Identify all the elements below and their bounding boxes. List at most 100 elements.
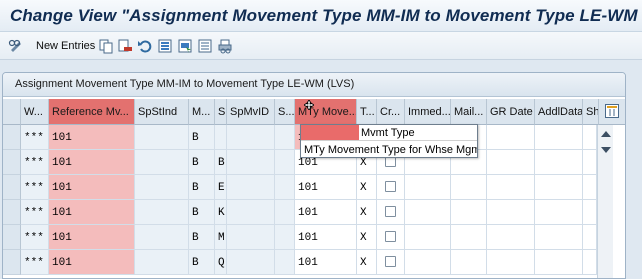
- checkbox-cr[interactable]: [385, 206, 396, 217]
- cell-t[interactable]: X: [357, 225, 377, 250]
- cell-s[interactable]: M: [215, 225, 227, 250]
- column-header-immed[interactable]: Immed...: [405, 99, 451, 125]
- cell-t[interactable]: X: [357, 250, 377, 275]
- select-all-button[interactable]: [157, 37, 173, 55]
- row-selector[interactable]: [3, 225, 21, 250]
- cell-t[interactable]: X: [357, 200, 377, 225]
- cell-immed[interactable]: [405, 250, 451, 275]
- cell-spstind[interactable]: [135, 225, 189, 250]
- deselect-all-button[interactable]: [197, 37, 213, 55]
- checkbox-cr[interactable]: [385, 231, 396, 242]
- row-selector[interactable]: [3, 125, 21, 150]
- cell-w[interactable]: ***: [21, 175, 49, 200]
- cell-reference-mvmt[interactable]: 101: [49, 200, 135, 225]
- cell-m[interactable]: B: [189, 175, 215, 200]
- cell-sh[interactable]: [583, 125, 597, 150]
- cell-spstind[interactable]: [135, 150, 189, 175]
- table-settings-button[interactable]: [599, 99, 625, 125]
- column-header-mail[interactable]: Mail...: [451, 99, 487, 125]
- cell-s2[interactable]: [275, 175, 295, 200]
- cell-addldata[interactable]: [535, 125, 583, 150]
- cell-m[interactable]: B: [189, 225, 215, 250]
- cell-s[interactable]: K: [215, 200, 227, 225]
- cell-spmvid[interactable]: [227, 250, 275, 275]
- cell-w[interactable]: ***: [21, 150, 49, 175]
- cell-gr-date[interactable]: [487, 200, 535, 225]
- column-header-s2[interactable]: S...: [275, 99, 295, 125]
- cell-addldata[interactable]: [535, 150, 583, 175]
- row-selector[interactable]: [3, 175, 21, 200]
- row-selector[interactable]: [3, 250, 21, 275]
- cell-mty-movement[interactable]: 101: [295, 200, 357, 225]
- cell-immed[interactable]: [405, 200, 451, 225]
- cell-immed[interactable]: [405, 225, 451, 250]
- cell-mail[interactable]: [451, 250, 487, 275]
- cell-spmvid[interactable]: [227, 125, 275, 150]
- cell-addldata[interactable]: [535, 250, 583, 275]
- cell-addldata[interactable]: [535, 175, 583, 200]
- cell-spstind[interactable]: [135, 250, 189, 275]
- print-button[interactable]: [217, 37, 233, 55]
- cell-s2[interactable]: [275, 125, 295, 150]
- cell-s2[interactable]: [275, 200, 295, 225]
- row-selector[interactable]: [3, 200, 21, 225]
- cell-m[interactable]: B: [189, 150, 215, 175]
- cell-w[interactable]: ***: [21, 200, 49, 225]
- new-entries-button[interactable]: New Entries: [30, 37, 95, 55]
- cell-spstind[interactable]: [135, 175, 189, 200]
- cell-s[interactable]: [215, 125, 227, 150]
- edit-button[interactable]: [8, 37, 24, 55]
- cell-mail[interactable]: [451, 225, 487, 250]
- cell-s2[interactable]: [275, 225, 295, 250]
- cell-addldata[interactable]: [535, 200, 583, 225]
- cell-mty-movement[interactable]: 101: [295, 225, 357, 250]
- cell-s2[interactable]: [275, 150, 295, 175]
- scroll-down-icon[interactable]: [601, 147, 611, 153]
- cell-s[interactable]: B: [215, 150, 227, 175]
- cell-gr-date[interactable]: [487, 150, 535, 175]
- scroll-up-icon[interactable]: [601, 131, 611, 137]
- cell-gr-date[interactable]: [487, 225, 535, 250]
- cell-sh[interactable]: [583, 175, 597, 200]
- cell-sh[interactable]: [583, 225, 597, 250]
- cell-reference-mvmt[interactable]: 101: [49, 175, 135, 200]
- cell-spmvid[interactable]: [227, 225, 275, 250]
- column-header-mty-movement[interactable]: MTy Move...: [295, 99, 357, 125]
- column-header-spstind[interactable]: SpStInd: [135, 99, 189, 125]
- cell-reference-mvmt[interactable]: 101: [49, 250, 135, 275]
- delete-button[interactable]: [117, 37, 133, 55]
- cell-mty-movement[interactable]: 101: [295, 250, 357, 275]
- column-header-w[interactable]: W...: [21, 99, 49, 125]
- cell-spmvid[interactable]: [227, 175, 275, 200]
- cell-t[interactable]: X: [357, 175, 377, 200]
- undo-button[interactable]: [137, 37, 153, 55]
- cell-s2[interactable]: [275, 250, 295, 275]
- cell-m[interactable]: B: [189, 200, 215, 225]
- cell-gr-date[interactable]: [487, 250, 535, 275]
- cell-reference-mvmt[interactable]: 101: [49, 225, 135, 250]
- row-selector-header[interactable]: [3, 99, 21, 125]
- column-header-reference-mvmt[interactable]: Reference Mv...: [49, 99, 135, 125]
- column-header-cr[interactable]: Cr...: [377, 99, 405, 125]
- select-block-button[interactable]: [177, 37, 193, 55]
- column-header-gr-date[interactable]: GR Date: [487, 99, 535, 125]
- cell-gr-date[interactable]: [487, 175, 535, 200]
- column-header-spmvid[interactable]: SpMvID: [227, 99, 275, 125]
- checkbox-cr[interactable]: [385, 256, 396, 267]
- column-header-s[interactable]: S: [215, 99, 227, 125]
- cell-spmvid[interactable]: [227, 200, 275, 225]
- vertical-scrollbar[interactable]: [597, 125, 613, 278]
- column-header-addldata[interactable]: AddlData: [535, 99, 583, 125]
- cell-m[interactable]: B: [189, 250, 215, 275]
- cell-sh[interactable]: [583, 250, 597, 275]
- cell-mail[interactable]: [451, 200, 487, 225]
- cell-w[interactable]: ***: [21, 125, 49, 150]
- row-selector[interactable]: [3, 150, 21, 175]
- cell-addldata[interactable]: [535, 225, 583, 250]
- cell-w[interactable]: ***: [21, 250, 49, 275]
- cell-spstind[interactable]: [135, 200, 189, 225]
- checkbox-cr[interactable]: [385, 181, 396, 192]
- cell-mail[interactable]: [451, 175, 487, 200]
- copy-button[interactable]: [98, 37, 114, 55]
- column-header-m[interactable]: M...: [189, 99, 215, 125]
